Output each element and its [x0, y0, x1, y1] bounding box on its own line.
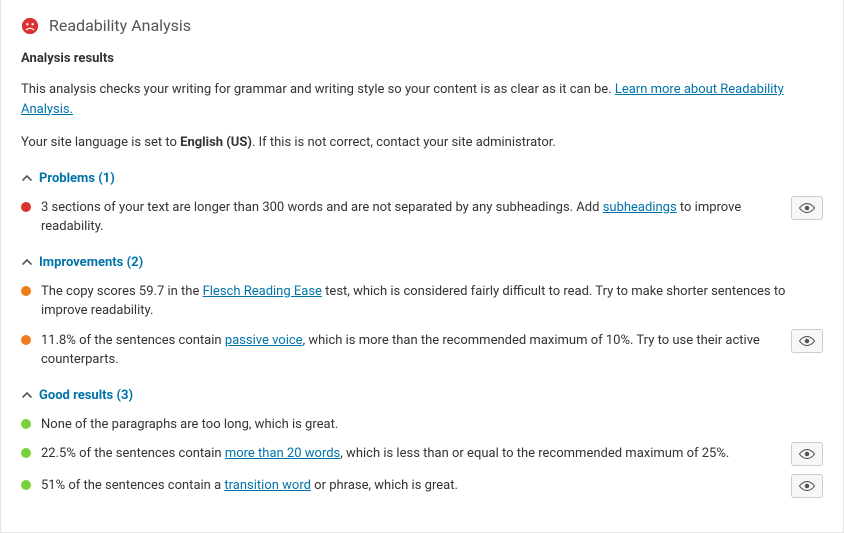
- panel-header: Readability Analysis: [21, 16, 823, 35]
- intro-before: This analysis checks your writing for gr…: [21, 82, 615, 97]
- lang-value: English (US): [180, 135, 252, 150]
- status-bullet-green: [21, 419, 31, 429]
- list-item: 22.5% of the sentences contain more than…: [21, 444, 823, 466]
- item-text: 22.5% of the sentences contain more than…: [41, 444, 781, 464]
- section-label-problems: Problems (1): [39, 171, 115, 186]
- item-text: 11.8% of the sentences contain passive v…: [41, 331, 781, 370]
- status-bullet-green: [21, 448, 31, 458]
- section-label-improvements: Improvements (2): [39, 255, 143, 270]
- status-bullet-green: [21, 480, 31, 490]
- status-bullet-red: [21, 202, 31, 212]
- eye-icon: [798, 480, 816, 492]
- status-bullet-orange: [21, 335, 31, 345]
- item-text: 51% of the sentences contain a transitio…: [41, 476, 781, 496]
- section-toggle-good[interactable]: Good results (3): [21, 388, 823, 403]
- readability-panel: Readability Analysis Analysis results Th…: [0, 0, 844, 533]
- section-label-good: Good results (3): [39, 388, 133, 403]
- item-text: None of the paragraphs are too long, whi…: [41, 415, 823, 435]
- passive-voice-link[interactable]: passive voice: [225, 333, 303, 348]
- transition-word-link[interactable]: transition word: [224, 478, 311, 493]
- chevron-up-icon: [21, 172, 33, 184]
- item-text: 3 sections of your text are longer than …: [41, 198, 781, 237]
- lang-after: . If this is not correct, contact your s…: [252, 135, 556, 150]
- sad-face-icon: [21, 17, 39, 35]
- list-item: None of the paragraphs are too long, whi…: [21, 415, 823, 435]
- language-line: Your site language is set to English (US…: [21, 133, 823, 153]
- highlight-button[interactable]: [791, 474, 823, 498]
- results-heading: Analysis results: [21, 51, 823, 66]
- item-text: The copy scores 59.7 in the Flesch Readi…: [41, 282, 823, 321]
- highlight-button[interactable]: [791, 442, 823, 466]
- list-item: 3 sections of your text are longer than …: [21, 198, 823, 237]
- highlight-button[interactable]: [791, 329, 823, 353]
- highlight-button[interactable]: [791, 196, 823, 220]
- eye-icon: [798, 202, 816, 214]
- eye-icon: [798, 335, 816, 347]
- subheadings-link[interactable]: subheadings: [603, 200, 677, 215]
- chevron-up-icon: [21, 256, 33, 268]
- section-toggle-improvements[interactable]: Improvements (2): [21, 255, 823, 270]
- eye-icon: [798, 448, 816, 460]
- lang-before: Your site language is set to: [21, 135, 180, 150]
- flesch-link[interactable]: Flesch Reading Ease: [203, 284, 322, 299]
- chevron-up-icon: [21, 389, 33, 401]
- intro-text: This analysis checks your writing for gr…: [21, 80, 823, 119]
- panel-title: Readability Analysis: [49, 16, 191, 35]
- section-toggle-problems[interactable]: Problems (1): [21, 171, 823, 186]
- list-item: The copy scores 59.7 in the Flesch Readi…: [21, 282, 823, 321]
- list-item: 51% of the sentences contain a transitio…: [21, 476, 823, 498]
- list-item: 11.8% of the sentences contain passive v…: [21, 331, 823, 370]
- long-sentences-link[interactable]: more than 20 words: [225, 446, 340, 461]
- status-bullet-orange: [21, 286, 31, 296]
